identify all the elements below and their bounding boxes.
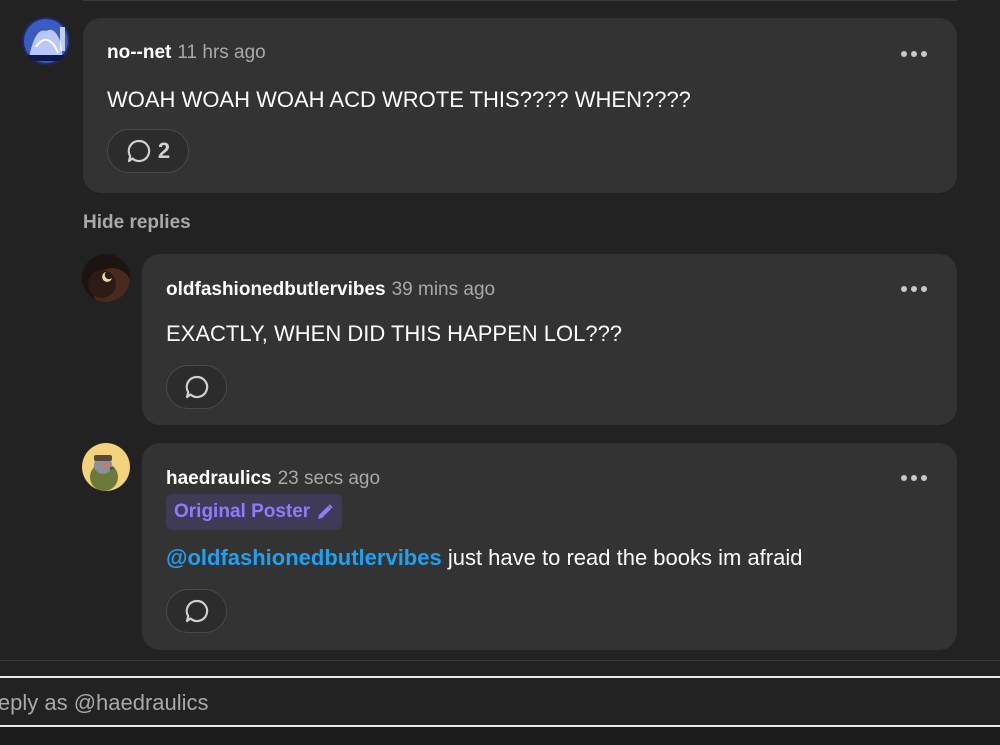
reply-card: haedraulics 23 secs ago Original Poster @…	[142, 443, 957, 650]
avatar-image-icon	[22, 17, 70, 65]
reply-button[interactable]	[166, 589, 227, 633]
reply-input[interactable]	[0, 678, 1000, 727]
more-options-icon[interactable]	[901, 283, 931, 295]
reply-meta: oldfashionedbutlervibes 39 mins ago	[166, 279, 495, 301]
footer-strip	[0, 727, 1000, 745]
reply-username[interactable]: haedraulics	[166, 468, 272, 489]
reply-text-content: just have to read the books im afraid	[441, 545, 803, 570]
pencil-icon	[318, 504, 333, 519]
avatar-image-icon	[82, 443, 130, 491]
comment-timestamp: 11 hrs ago	[177, 42, 266, 63]
reply-username[interactable]: oldfashionedbutlervibes	[166, 279, 386, 300]
comment-meta: no--net 11 hrs ago	[107, 42, 266, 64]
avatar[interactable]	[82, 443, 130, 491]
reply-count: 2	[157, 138, 171, 163]
reply-text: EXACTLY, WHEN DID THIS HAPPEN LOL???	[166, 321, 623, 346]
reply-timestamp: 39 mins ago	[391, 279, 496, 300]
bottom-divider	[0, 660, 1000, 661]
mention-link[interactable]: @oldfashionedbutlervibes	[166, 545, 442, 570]
reply-meta: haedraulics 23 secs ago	[166, 468, 380, 490]
reply-button[interactable]: 2	[107, 129, 189, 173]
speech-bubble-icon	[185, 599, 208, 623]
comment-card: no--net 11 hrs ago WOAH WOAH WOAH ACD WRO…	[83, 18, 957, 193]
comment-username[interactable]: no--net	[107, 42, 171, 63]
avatar-image-icon	[82, 254, 130, 302]
more-options-icon[interactable]	[901, 48, 931, 60]
hide-replies-link[interactable]: Hide replies	[83, 212, 191, 234]
reply-card: oldfashionedbutlervibes 39 mins ago EXACT…	[142, 254, 957, 425]
top-divider	[83, 0, 957, 1]
speech-bubble-icon	[185, 375, 208, 399]
avatar[interactable]	[82, 254, 130, 302]
reply-input-bar	[0, 676, 1000, 727]
reply-button[interactable]	[166, 365, 227, 409]
reply-timestamp: 23 secs ago	[277, 468, 381, 489]
more-options-icon[interactable]	[901, 472, 931, 484]
reply-text: @oldfashionedbutlervibes just have to re…	[166, 545, 802, 571]
speech-bubble-icon	[127, 139, 151, 163]
comment-text: WOAH WOAH WOAH ACD WROTE THIS???? WHEN??…	[107, 87, 691, 112]
avatar[interactable]	[22, 17, 70, 65]
original-poster-badge: Original Poster	[166, 494, 343, 530]
badge-label: Original Poster	[174, 501, 311, 522]
